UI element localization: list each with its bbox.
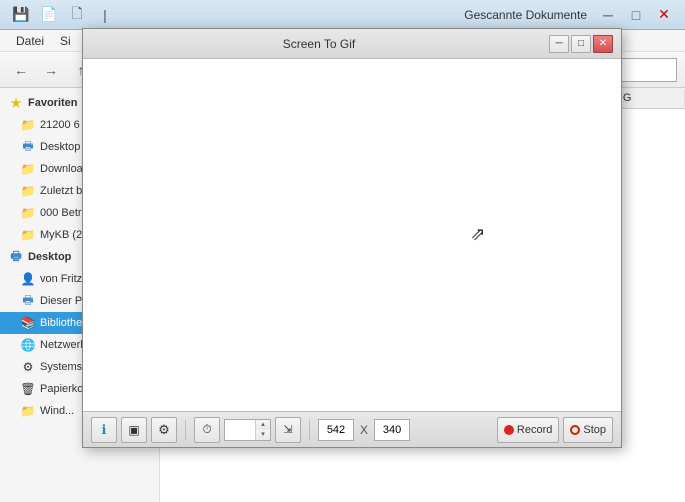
stg-maximize-button[interactable]: □ (571, 35, 591, 53)
explorer-maximize[interactable]: □ (623, 2, 649, 28)
user-icon: 👤 (20, 271, 36, 287)
stg-screen-button[interactable]: ▣ (121, 417, 147, 443)
desktop-icon: 🖶 (20, 139, 36, 155)
control-panel-icon: ⚙ (20, 359, 36, 375)
library-icon: 📚 (20, 315, 36, 331)
folder-icon: 📁 (20, 227, 36, 243)
folder-icon: 📁 (20, 403, 36, 419)
stg-titlebar: Screen To Gif ─ □ ✕ (83, 29, 621, 59)
stg-close-button[interactable]: ✕ (593, 35, 613, 53)
favoriten-label: Favoriten (28, 97, 78, 109)
width-field[interactable]: 542 (318, 419, 354, 441)
settings-icon: ⚙ (158, 422, 170, 438)
stop-ring-icon (570, 425, 580, 435)
explorer-title: Gescannte Dokumente (464, 8, 587, 22)
fps-spinners: ▴ ▾ (255, 420, 270, 440)
folder-icon: 📁 (20, 161, 36, 177)
star-icon: ★ (8, 95, 24, 111)
dimension-x-label: X (360, 423, 368, 437)
fps-down-button[interactable]: ▾ (256, 430, 270, 440)
record-dot-icon (504, 425, 514, 435)
folder-icon: 📁 (20, 183, 36, 199)
stop-button[interactable]: Stop (563, 417, 613, 443)
stg-dialog: Screen To Gif ─ □ ✕ ⇗ ℹ ▣ ⚙ ⏱ 10 ▴ (82, 28, 622, 448)
stg-resize-button[interactable]: ⇲ (275, 417, 301, 443)
sidebar-item-label: Desktop (40, 141, 80, 153)
resize-icon: ⇲ (283, 423, 292, 436)
explorer-close[interactable]: ✕ (651, 2, 677, 28)
explorer-toolbar-btn[interactable]: 💾 (8, 2, 34, 28)
fps-input-group: 10 ▴ ▾ (224, 419, 271, 441)
screen-icon: ▣ (128, 423, 139, 437)
height-field[interactable]: 340 (374, 419, 410, 441)
menu-datei[interactable]: Datei (8, 32, 52, 50)
timer-icon: ⏱ (202, 422, 211, 437)
nav-back[interactable]: ← (8, 57, 34, 83)
network-icon: 🌐 (20, 337, 36, 353)
stg-title: Screen To Gif (91, 37, 547, 51)
info-icon: ℹ (102, 422, 107, 438)
monitor-icon: 🖶 (8, 249, 24, 265)
fps-input[interactable]: 10 (225, 424, 255, 436)
record-button[interactable]: Record (497, 417, 559, 443)
nav-forward[interactable]: → (38, 57, 64, 83)
sidebar-item-label: MyKB (2) (40, 229, 86, 241)
fps-up-button[interactable]: ▴ (256, 420, 270, 430)
toolbar-separator-1 (185, 420, 186, 440)
stg-capture-area[interactable]: ⇗ (83, 59, 621, 411)
toolbar-separator-2 (309, 420, 310, 440)
stg-settings-button[interactable]: ⚙ (151, 417, 177, 443)
explorer-toolbar-btn3[interactable]: 🗋 (64, 2, 90, 28)
stg-timer-button[interactable]: ⏱ (194, 417, 220, 443)
sidebar-item-label: Netzwerk (40, 339, 86, 351)
col-size[interactable]: G (615, 90, 685, 106)
menu-si[interactable]: Si (52, 32, 79, 50)
pc-icon: 🖶 (20, 293, 36, 309)
explorer-toolbar-btn4[interactable]: | (92, 2, 118, 28)
folder-icon: 📁 (20, 205, 36, 221)
stop-label: Stop (583, 424, 606, 436)
desktop-section-label: Desktop (28, 251, 71, 263)
folder-icon: 📁 (20, 117, 36, 133)
explorer-titlebar: 💾 📄 🗋 | Gescannte Dokumente ─ □ ✕ (0, 0, 685, 30)
trash-icon: 🗑 (20, 381, 36, 397)
record-label: Record (517, 424, 552, 436)
explorer-toolbar-btn2[interactable]: 📄 (36, 2, 62, 28)
explorer-minimize[interactable]: ─ (595, 2, 621, 28)
sidebar-item-label: Wind... (40, 405, 74, 417)
cursor-indicator: ⇗ (470, 224, 485, 245)
stg-info-button[interactable]: ℹ (91, 417, 117, 443)
stg-toolbar: ℹ ▣ ⚙ ⏱ 10 ▴ ▾ ⇲ 542 X (83, 411, 621, 447)
stg-minimize-button[interactable]: ─ (549, 35, 569, 53)
